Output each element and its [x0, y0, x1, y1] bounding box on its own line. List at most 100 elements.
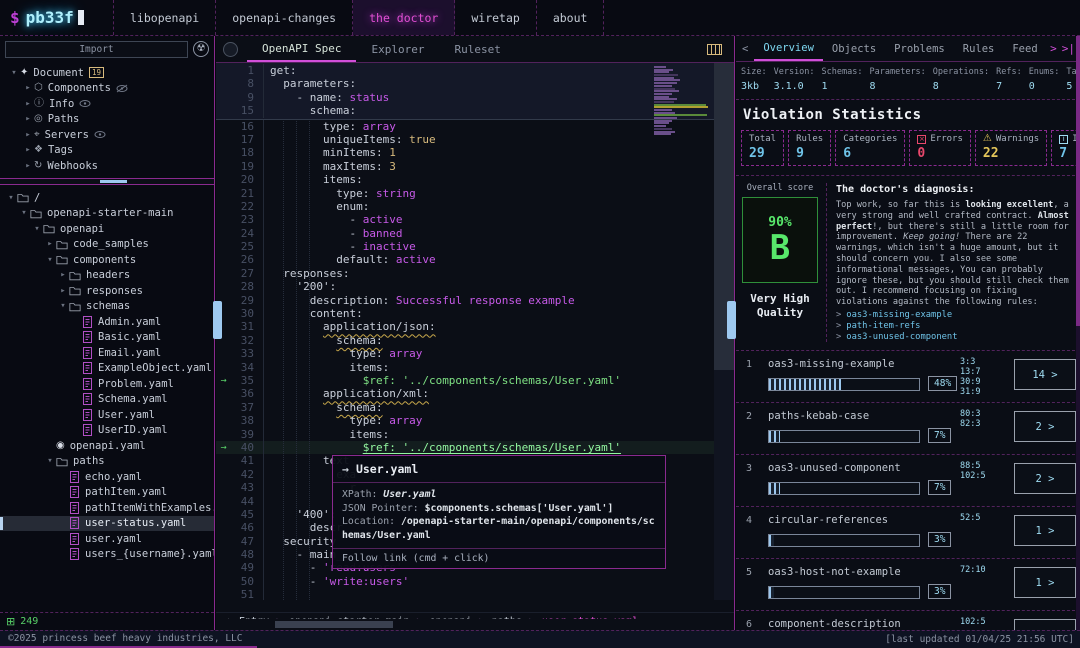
code-line[interactable]: 22 enum:: [216, 200, 734, 213]
topbar-tab-the-doctor[interactable]: the doctor: [353, 0, 455, 35]
topbar-tab-wiretap[interactable]: wiretap: [455, 0, 536, 35]
minimap[interactable]: [654, 66, 709, 140]
tree-item-schema-yaml[interactable]: Schema.yaml: [0, 392, 214, 408]
tree-item-openapi[interactable]: ▾openapi: [0, 221, 214, 237]
rule-location[interactable]: 30:9: [960, 377, 980, 387]
tree-item-openapi-starter-main[interactable]: ▾openapi-starter-main: [0, 206, 214, 222]
rule-location[interactable]: 88:5: [960, 461, 986, 471]
tree-item-openapi-yaml[interactable]: ◉openapi.yaml: [0, 438, 214, 454]
tree-item-echo-yaml[interactable]: echo.yaml: [0, 469, 214, 485]
code-line[interactable]: 20 items:: [216, 173, 734, 186]
editor-tab-ruleset[interactable]: Ruleset: [439, 36, 515, 62]
rule-count-button[interactable]: 2 >: [1014, 463, 1076, 494]
tree-item-userid-yaml[interactable]: UserID.yaml: [0, 423, 214, 439]
tabs-scroll-left-icon[interactable]: <: [736, 43, 754, 55]
eye-icon[interactable]: [94, 130, 106, 139]
rule-locations[interactable]: 3:313:730:931:9: [960, 357, 980, 397]
panel-tab-objects[interactable]: Objects: [823, 36, 885, 61]
layout-columns-icon[interactable]: [707, 44, 722, 55]
panel-tab-problems[interactable]: Problems: [885, 36, 954, 61]
tree-item-user-yaml[interactable]: user.yaml: [0, 531, 214, 547]
rule-count-button[interactable]: 1 >: [1014, 515, 1076, 546]
panel-tab-overview[interactable]: Overview: [754, 36, 823, 61]
tree-item-email-yaml[interactable]: Email.yaml: [0, 345, 214, 361]
rule-count-button[interactable]: 14 >: [1014, 359, 1076, 390]
tree-item-headers[interactable]: ▸headers: [0, 268, 214, 284]
topbar-tab-about[interactable]: about: [537, 0, 605, 35]
radiation-icon[interactable]: ☢: [193, 41, 209, 57]
tree-item-basic-yaml[interactable]: Basic.yaml: [0, 330, 214, 346]
diagnosis-link-path-item-refs[interactable]: >path-item-refs: [836, 321, 1071, 332]
right-panel-scroll-thumb[interactable]: [1076, 36, 1080, 326]
tree-item-user-yaml[interactable]: User.yaml: [0, 407, 214, 423]
tree-item-servers[interactable]: ▸⌖Servers: [0, 127, 214, 143]
tree-item-[interactable]: ▾/: [0, 190, 214, 206]
tree-item-info[interactable]: ▸ⓘInfo: [0, 96, 214, 112]
tree-item-paths[interactable]: ▸◎Paths: [0, 112, 214, 128]
editor-hscroll-thumb[interactable]: [275, 621, 393, 628]
right-panel-scrollbar[interactable]: [1076, 36, 1080, 630]
rule-locations[interactable]: 72:10: [960, 565, 986, 575]
topbar-tab-openapi-changes[interactable]: openapi-changes: [216, 0, 353, 35]
tree-splitter[interactable]: [0, 178, 214, 185]
import-button[interactable]: Import: [5, 41, 188, 58]
code-line[interactable]: 25 - inactive: [216, 240, 734, 253]
code-line[interactable]: 50 - 'write:users': [216, 575, 734, 588]
code-line[interactable]: 38 type: array: [216, 414, 734, 427]
tree-item-schemas[interactable]: ▾schemas: [0, 299, 214, 315]
tabs-scroll-right-icon[interactable]: >: [1050, 42, 1057, 55]
code-line[interactable]: 23 - active: [216, 213, 734, 226]
tabs-scroll-end-icon[interactable]: >|: [1062, 42, 1075, 55]
code-line[interactable]: 24 - banned: [216, 227, 734, 240]
code-line[interactable]: 30 content:: [216, 307, 734, 320]
pb33f-logo[interactable]: $pb33f: [0, 0, 114, 35]
code-line[interactable]: 51: [216, 588, 734, 600]
right-panel-vscroll-thumb[interactable]: [727, 301, 736, 339]
code-line[interactable]: →40 $ref: '../components/schemas/User.ya…: [216, 441, 734, 454]
tree-item-code-samples[interactable]: ▸code_samples: [0, 237, 214, 253]
rule-locations[interactable]: 88:5102:5: [960, 461, 986, 481]
code-line[interactable]: →35 $ref: '../components/schemas/User.ya…: [216, 374, 734, 387]
rule-location[interactable]: 72:10: [960, 565, 986, 575]
code-line[interactable]: 32 schema:: [216, 334, 734, 347]
editor-tab-explorer[interactable]: Explorer: [356, 36, 439, 62]
code-line[interactable]: 33 type: array: [216, 347, 734, 360]
code-line[interactable]: 28 '200':: [216, 280, 734, 293]
rule-location[interactable]: 80:3: [960, 409, 980, 419]
tree-item-responses[interactable]: ▸responses: [0, 283, 214, 299]
code-editor[interactable]: 1get:8 parameters:9 - name: status15 sch…: [216, 63, 734, 600]
rule-locations[interactable]: 102:5: [960, 617, 986, 627]
rule-count-button[interactable]: 1 >: [1014, 567, 1076, 598]
rule-count-button[interactable]: 1 >: [1014, 619, 1076, 630]
rule-locations[interactable]: 52:5: [960, 513, 980, 523]
rule-location[interactable]: 31:9: [960, 387, 980, 397]
tree-item-user-status-yaml[interactable]: user-status.yaml: [0, 516, 214, 532]
rule-location[interactable]: 13:7: [960, 367, 980, 377]
tree-item-paths[interactable]: ▾paths: [0, 454, 214, 470]
code-line[interactable]: 34 items:: [216, 361, 734, 374]
follow-link-hint[interactable]: Follow link (cmd + click): [333, 548, 665, 568]
tree-item-webhooks[interactable]: ▸↻Webhooks: [0, 158, 214, 174]
file-tree-scroll-thumb[interactable]: [213, 301, 222, 339]
diagnosis-link-oas3-unused-component[interactable]: >oas3-unused-component: [836, 332, 1071, 343]
code-line[interactable]: 26 default: active: [216, 253, 734, 266]
code-line[interactable]: 19 maxItems: 3: [216, 160, 734, 173]
rule-location[interactable]: 102:5: [960, 471, 986, 481]
panel-tab-feed[interactable]: Feed: [1003, 36, 1046, 61]
tree-item-components[interactable]: ▾components: [0, 252, 214, 268]
tree-item-components[interactable]: ▸⬡Components: [0, 81, 214, 97]
tree-item-pathitemwithexamples-yaml[interactable]: pathItemWithExamples.yaml: [0, 500, 214, 516]
eye-off-icon[interactable]: [116, 84, 128, 93]
code-line[interactable]: 31 application/json:: [216, 320, 734, 333]
rule-locations[interactable]: 80:382:3: [960, 409, 980, 429]
tree-item-exampleobject-yaml[interactable]: ExampleObject.yaml: [0, 361, 214, 377]
tree-item-users-username-yaml[interactable]: users_{username}.yaml: [0, 547, 214, 563]
code-line[interactable]: 29 description: Successful response exam…: [216, 294, 734, 307]
tree-item-admin-yaml[interactable]: Admin.yaml: [0, 314, 214, 330]
diagnosis-link-oas3-missing-example[interactable]: >oas3-missing-example: [836, 310, 1071, 321]
panel-tab-rules[interactable]: Rules: [954, 36, 1004, 61]
editor-horizontal-scrollbar[interactable]: [216, 619, 714, 630]
code-line[interactable]: 27 responses:: [216, 267, 734, 280]
splitter-handle[interactable]: [100, 180, 127, 183]
editor-tab-openapi-spec[interactable]: OpenAPI Spec: [247, 36, 356, 62]
